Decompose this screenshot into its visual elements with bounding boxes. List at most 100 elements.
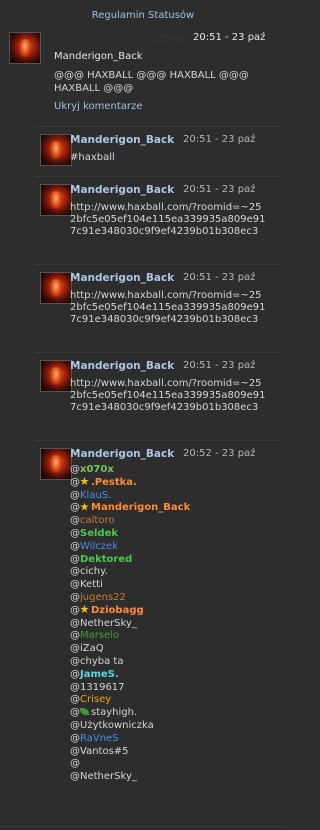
mention-username[interactable]: cichy. (80, 566, 108, 577)
mention[interactable]: @Vantos#5 (70, 746, 270, 759)
mention-username[interactable]: Manderigon_Back (91, 502, 190, 513)
mention-prefix: @ (70, 604, 80, 616)
comment-avatar[interactable] (40, 134, 72, 166)
comment-link[interactable]: http://www.haxball.com/?roomid=~252bfc5e… (70, 202, 266, 238)
comment-author[interactable]: Manderigon_Back (70, 134, 174, 146)
mention-prefix: @ (70, 464, 80, 475)
mention-username[interactable]: Dziobagg (91, 605, 144, 616)
mention[interactable]: @KlauS. (70, 490, 270, 503)
comment-author[interactable]: Manderigon_Back (70, 360, 174, 372)
mention-prefix: @ (70, 566, 80, 578)
mention-username[interactable]: Crisey (80, 694, 111, 705)
comment-avatar[interactable] (40, 272, 72, 304)
mention[interactable]: @1319617 (70, 682, 270, 695)
mention-username[interactable]: KlauS. (80, 490, 111, 501)
mention-prefix: @ (70, 502, 80, 514)
status-author-name[interactable]: Manderigon_Back (54, 51, 143, 62)
mention[interactable]: @NetherSky_ (70, 618, 270, 631)
rules-link[interactable]: Regulamin Statusów (0, 10, 286, 21)
mention-prefix: @ (70, 591, 80, 603)
mention[interactable]: @Marselo (70, 630, 270, 643)
mention-username[interactable]: Vantos#5 (80, 746, 129, 757)
mention-username[interactable]: Marselo (80, 630, 119, 641)
mention[interactable]: @Wilczek (70, 541, 270, 554)
mention[interactable]: @Seldek (70, 528, 270, 541)
comment-timestamp[interactable]: 20:51 - 23 paź (183, 360, 255, 371)
mention[interactable]: @NetherSky_ (70, 771, 270, 784)
comment: Manderigon_Back 20:51 - 23 paź http://ww… (34, 264, 282, 351)
mention[interactable]: @jugens22 (70, 592, 270, 605)
mention-username[interactable]: Wilczek (80, 541, 118, 552)
mention-prefix: @ (70, 771, 80, 783)
mention-prefix: @ (70, 643, 80, 655)
mention-username[interactable]: Użytkowniczka (80, 720, 154, 731)
mention[interactable]: @ stayhigh. (70, 707, 270, 720)
comment-timestamp[interactable]: 20:51 - 23 paź (183, 134, 255, 145)
mention[interactable]: @ Dziobagg (70, 604, 270, 618)
mention-list: @x070x @ .Pestka. @KlauS. @ Manderigon_Back @c… (70, 464, 270, 784)
mention[interactable]: @cichy. (70, 566, 270, 579)
mention-username[interactable]: chyba ta (80, 656, 123, 667)
mention[interactable]: @x070x (70, 464, 270, 477)
leaf-icon (80, 708, 89, 716)
comment-author[interactable]: Manderigon_Back (70, 448, 174, 460)
mention[interactable]: @caltoro (70, 515, 270, 528)
mention-username[interactable]: Ketti (80, 579, 103, 590)
mention[interactable]: @ Manderigon_Back (70, 502, 270, 515)
mention-prefix: @ (70, 617, 80, 629)
mention-username[interactable]: JameS. (80, 669, 119, 680)
mention-username[interactable]: 1319617 (80, 682, 125, 693)
mention-prefix: @ (70, 476, 80, 488)
mention[interactable]: @JameS. (70, 669, 270, 682)
mention-prefix: @ (70, 540, 80, 552)
star-icon (80, 502, 89, 511)
mention[interactable]: @chyba ta (70, 656, 270, 669)
mention[interactable]: @iZaQ (70, 643, 270, 656)
mention[interactable]: @Crisey (70, 694, 270, 707)
mention-username[interactable]: NetherSky_ (80, 771, 137, 782)
divider (0, 826, 286, 827)
comment-timestamp[interactable]: 20:51 - 23 paź (183, 184, 255, 195)
comment-avatar[interactable] (40, 360, 72, 392)
mention-username[interactable]: .Pestka. (91, 477, 137, 488)
comment-link[interactable]: http://www.haxball.com/?roomid=~252bfc5e… (70, 290, 266, 326)
mention-username[interactable]: Dektored (80, 554, 132, 565)
mention-username[interactable]: stayhigh. (91, 707, 137, 718)
mention-prefix: @ (70, 681, 80, 693)
comment-avatar[interactable] (40, 184, 72, 216)
mention-prefix: @ (70, 527, 80, 539)
star-icon (80, 476, 89, 485)
mention-username[interactable]: Seldek (80, 528, 118, 539)
comment-timestamp[interactable]: 20:51 - 23 paź (183, 272, 255, 283)
mention-username[interactable]: caltoro (80, 515, 114, 526)
mention-prefix: @ (70, 489, 80, 501)
mention-username[interactable]: RaVneS (80, 733, 119, 744)
comment-avatar[interactable] (40, 448, 72, 480)
comment: Manderigon_Back 20:51 - 23 paź #haxball (34, 126, 282, 173)
mention-username[interactable]: Exile (80, 758, 104, 769)
mention[interactable]: @Exile (70, 758, 270, 771)
status-author-avatar[interactable] (9, 32, 41, 64)
mention-username[interactable]: jugens22 (80, 592, 126, 603)
mention[interactable]: @ .Pestka. (70, 476, 270, 490)
mention-prefix: @ (70, 553, 80, 565)
mention-username[interactable]: NetherSky_ (80, 618, 137, 629)
mention-prefix: @ (70, 745, 80, 757)
hide-comments-link[interactable]: Ukryj komentarze (54, 101, 142, 112)
mention-username[interactable]: iZaQ (80, 643, 104, 654)
report-link[interactable]: Zgłoś (158, 34, 183, 44)
status-timestamp[interactable]: 20:51 - 23 paź (193, 32, 265, 43)
mention-username[interactable]: x070x (80, 464, 114, 475)
mention[interactable]: @Dektored (70, 554, 270, 567)
comment: Manderigon_Back 20:51 - 23 paź http://ww… (34, 176, 282, 263)
mention-prefix: @ (70, 630, 80, 642)
comment: Manderigon_Back 20:52 - 23 paź @x070x @ .P… (34, 440, 282, 825)
comment-link[interactable]: http://www.haxball.com/?roomid=~252bfc5e… (70, 378, 266, 414)
comment-author[interactable]: Manderigon_Back (70, 272, 174, 284)
comment-timestamp[interactable]: 20:52 - 23 paź (183, 448, 255, 459)
mention[interactable]: @RaVneS (70, 733, 270, 746)
mention-prefix: @ (70, 707, 80, 719)
mention[interactable]: @Ketti (70, 579, 270, 592)
mention[interactable]: @Użytkowniczka (70, 720, 270, 733)
comment-author[interactable]: Manderigon_Back (70, 184, 174, 196)
